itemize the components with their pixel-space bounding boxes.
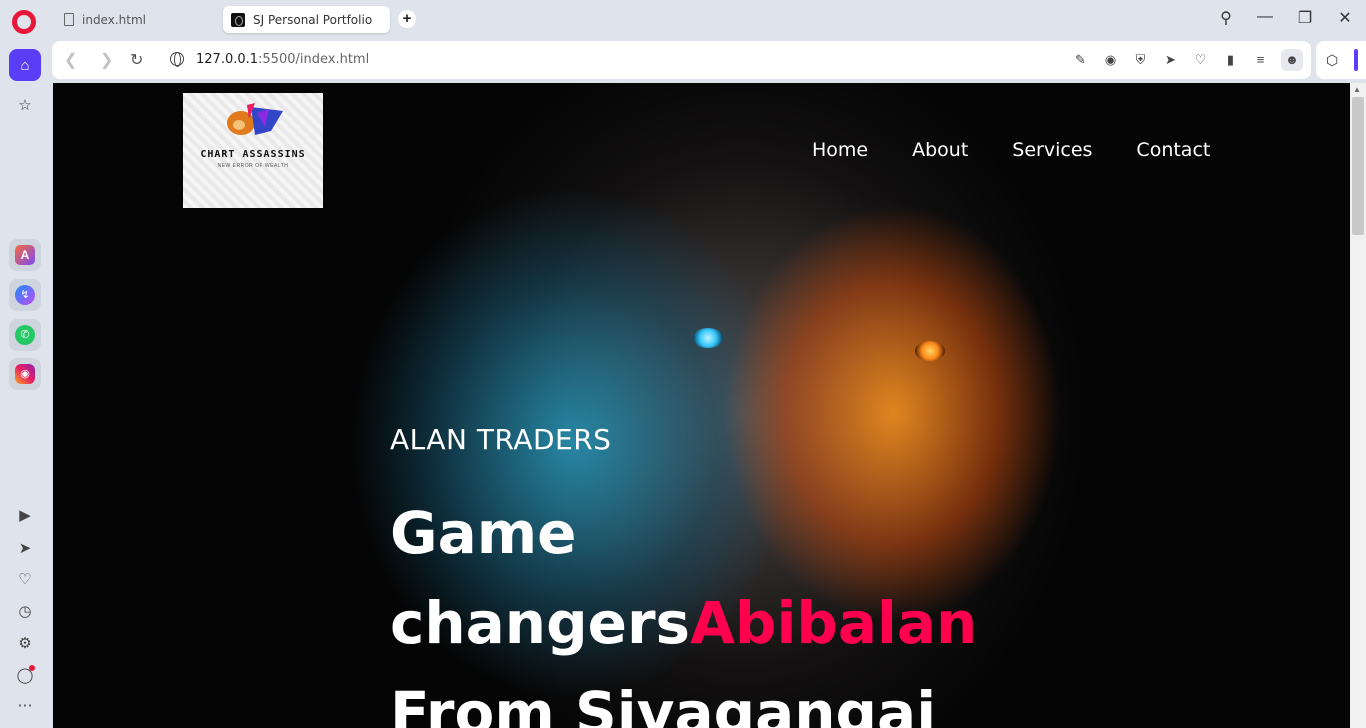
site-favicon-icon (231, 12, 245, 27)
settings-gear-icon[interactable]: ⚙ (14, 633, 36, 655)
hero-line-3: From Sivagangai (390, 679, 937, 728)
search-tabs-icon[interactable]: ⚲ (1214, 8, 1238, 28)
notification-dot (29, 665, 35, 671)
minimize-button[interactable]: — (1253, 8, 1277, 26)
nav-about[interactable]: About (912, 139, 968, 161)
address-input[interactable]: 127.0.0.1:5500/index.html (196, 52, 369, 67)
scroll-up-icon[interactable]: ▲ (1353, 85, 1361, 94)
send-sidebar-icon[interactable]: ➤ (14, 538, 36, 560)
wolf-eye-orange (915, 341, 945, 361)
bookmarks-heart-icon[interactable]: ♡ (14, 569, 36, 591)
reload-button[interactable]: ↻ (130, 50, 143, 70)
send-icon[interactable]: ➤ (1163, 52, 1178, 67)
profile-icon[interactable]: ☻ (1281, 49, 1303, 71)
restore-button[interactable]: ❐ (1293, 8, 1317, 28)
logo-title: CHART ASSASSINS (200, 149, 306, 160)
aria-app-icon[interactable]: A (9, 239, 41, 271)
page-viewport: CHART ASSASSINS NEW ERROR OF WEALTH Home… (53, 83, 1350, 728)
whatsapp-icon[interactable]: ✆ (9, 319, 41, 351)
main-nav: Home About Services Contact (812, 139, 1210, 161)
sidebar-accent-bar (1354, 49, 1358, 71)
address-bar-row: ❮ ❯ ↻ 127.0.0.1:5500/index.html ✎ ◉ ⛨ ➤ … (52, 41, 1311, 79)
logo-subtitle: NEW ERROR OF WEALTH (217, 163, 289, 169)
tab-portfolio[interactable]: SJ Personal Portfolio (223, 6, 390, 33)
bull-bear-logo-icon (227, 103, 283, 135)
wolf-eye-blue (693, 328, 723, 348)
home-icon[interactable]: ⌂ (9, 49, 41, 81)
hero-line-2: changers (390, 589, 691, 657)
globe-icon[interactable] (170, 52, 184, 67)
hero-heading: Game changersAbibalan From Sivagangai (390, 488, 977, 728)
history-clock-icon[interactable]: ◷ (14, 601, 36, 623)
hero-accent-name: Abibalan (690, 589, 978, 657)
hero-line-1: Game (390, 499, 577, 567)
page-scrollbar[interactable]: ▲ (1350, 83, 1366, 728)
extensions-cube-icon[interactable]: ⬡ (1326, 52, 1338, 69)
speed-dial-star-icon[interactable]: ☆ (9, 89, 41, 121)
more-icon[interactable]: ⋯ (14, 695, 36, 717)
tab-bar: index.html SJ Personal Portfolio + ⚲ — ❐… (0, 0, 1366, 40)
nav-home[interactable]: Home (812, 139, 868, 161)
tab-title: index.html (82, 12, 146, 27)
file-icon (64, 13, 74, 26)
tab-index-html[interactable]: index.html (56, 6, 216, 33)
edit-page-icon[interactable]: ✎ (1073, 52, 1088, 67)
forward-button[interactable]: ❯ (100, 50, 113, 70)
heart-icon[interactable]: ♡ (1193, 52, 1208, 67)
new-tab-button[interactable]: + (398, 10, 416, 28)
nav-contact[interactable]: Contact (1136, 139, 1210, 161)
camera-icon[interactable]: ◉ (1103, 52, 1118, 67)
url-path: :5500/index.html (258, 52, 370, 67)
easy-setup-icon[interactable]: ≡ (1253, 52, 1268, 67)
scroll-thumb[interactable] (1352, 97, 1364, 235)
brand-line: ALAN TRADERS (390, 423, 612, 456)
adblock-shield-icon[interactable]: ⛨ (1133, 52, 1148, 67)
extensions-area: ⬡ (1316, 41, 1366, 79)
url-host: 127.0.0.1 (196, 52, 259, 67)
battery-saver-icon[interactable]: ▮ (1223, 52, 1238, 67)
tab-title: SJ Personal Portfolio (253, 12, 373, 27)
nav-services[interactable]: Services (1012, 139, 1092, 161)
player-icon[interactable]: ▶ (14, 505, 36, 527)
messenger-icon[interactable]: ↯ (9, 279, 41, 311)
close-window-button[interactable]: ✕ (1333, 8, 1357, 28)
opera-logo-icon[interactable] (12, 10, 36, 34)
browser-sidebar: ⌂ ☆ A ↯ ✆ ◉ ▶ ➤ ♡ ◷ ⚙ ◯ ⋯ (0, 40, 50, 728)
instagram-icon[interactable]: ◉ (9, 358, 41, 390)
tips-lightbulb-icon[interactable]: ◯ (14, 665, 36, 687)
back-button[interactable]: ❮ (64, 50, 77, 70)
site-logo[interactable]: CHART ASSASSINS NEW ERROR OF WEALTH (183, 93, 323, 208)
